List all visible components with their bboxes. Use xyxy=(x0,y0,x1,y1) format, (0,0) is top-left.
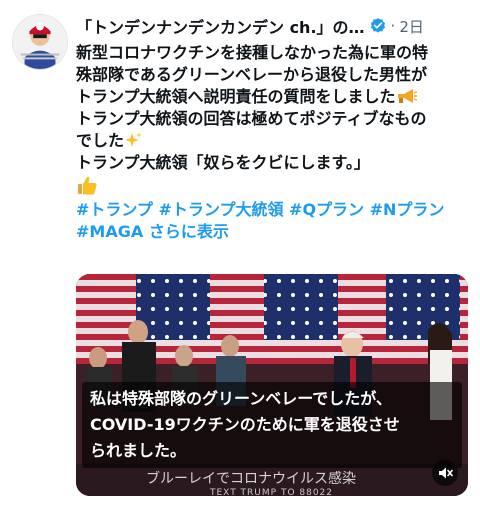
verified-badge-icon xyxy=(370,18,385,33)
separator-dot: · xyxy=(390,17,396,35)
tweet-header: 「トンデンナンデンカンデン ch.」の… · 2日 xyxy=(76,14,474,38)
thumbs-up-icon xyxy=(78,176,97,195)
megaphone-icon xyxy=(397,89,417,103)
video-subtitle: 私は特殊部隊のグリーンベレーでしたが、 COVID-19ワクチンのために軍を退役… xyxy=(82,382,462,468)
avatar-image xyxy=(13,15,67,69)
text-line: トランプ大統領「奴らをクビにします。」 xyxy=(76,153,370,172)
text-line: 新型コロナワクチンを接種しなかった為に軍の特 xyxy=(76,43,429,62)
text-line-with-emoji: トランプ大統領へ説明責任の質問をしました xyxy=(76,86,474,108)
subtitle-line: られました。 xyxy=(90,441,187,460)
text-line: トランプ大統領へ説明責任の質問をしました xyxy=(76,87,396,106)
subtitle-line: 私は特殊部隊のグリーンベレーでしたが、 xyxy=(90,389,392,408)
hashtag-link[interactable]: #Qプラン xyxy=(289,200,364,219)
hashtag-link[interactable]: #トランプ xyxy=(76,200,153,219)
show-more-link[interactable]: さらに表示 xyxy=(149,222,229,241)
subtitle-line: COVID-19ワクチンのために軍を退役させ xyxy=(90,415,400,434)
hashtag-link[interactable]: #トランプ大統領 xyxy=(159,200,284,219)
emoji-line xyxy=(76,174,474,199)
timestamp[interactable]: 2日 xyxy=(399,16,424,37)
hashtag-line: #トランプ #トランプ大統領 #Qプラン #Nプラン xyxy=(76,199,474,221)
mute-button[interactable] xyxy=(432,460,458,486)
text-line-with-emoji: でした xyxy=(76,130,474,152)
stage-sign-text: TEXT TRUMP TO 88022 xyxy=(210,488,334,496)
text-line: でした xyxy=(76,131,125,150)
sparkles-icon xyxy=(125,132,143,147)
text-line: トランプ大統領の回答は極めてポジティブなもの xyxy=(76,109,427,128)
video-player[interactable]: 私は特殊部隊のグリーンベレーでしたが、 COVID-19ワクチンのために軍を退役… xyxy=(76,274,468,496)
author-name[interactable]: 「トンデンナンデンカンデン ch.」の… xyxy=(76,14,365,38)
avatar[interactable] xyxy=(12,14,68,70)
hashtag-line: #MAGA さらに表示 xyxy=(76,221,474,243)
mute-icon xyxy=(439,467,453,479)
text-line: 殊部隊であるグリーンベレーから退役した男性が xyxy=(76,65,428,84)
hashtag-link[interactable]: #MAGA xyxy=(76,222,143,241)
tweet-text: 新型コロナワクチンを接種しなかった為に軍の特 殊部隊であるグリーンベレーから退役… xyxy=(76,42,474,243)
video-banner-text: ブルーレイでコロナウイルス感染 xyxy=(146,471,356,487)
hashtag-link[interactable]: #Nプラン xyxy=(370,200,445,219)
